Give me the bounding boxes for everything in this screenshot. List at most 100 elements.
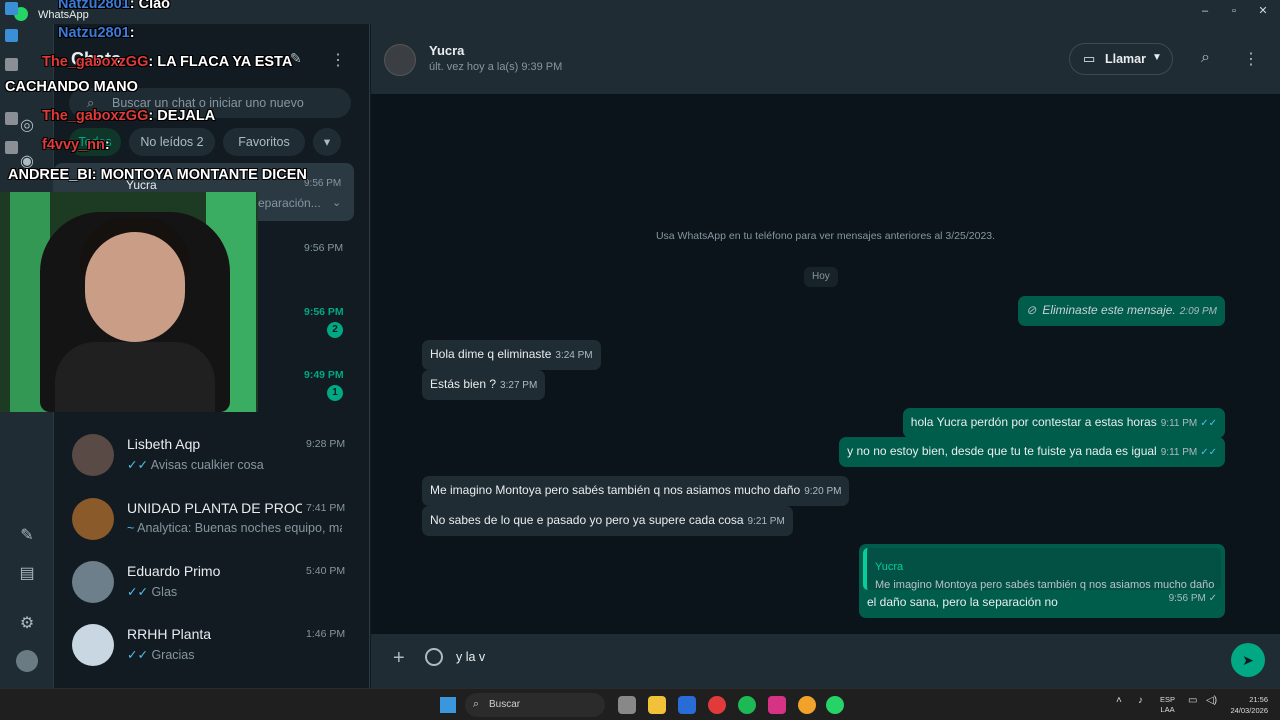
starred-icon[interactable]: ✎: [17, 526, 37, 546]
emoji-sticker-icon[interactable]: [425, 648, 443, 666]
chat-row[interactable]: Lisbeth Aqp 9:28 PM ✓✓ Avisas cualkier cos…: [54, 424, 369, 488]
filter-favorites-chip[interactable]: Favoritos: [223, 128, 305, 156]
window-titlebar: WhatsApp – ▫ ✕: [0, 0, 1280, 24]
tray-chevron-icon[interactable]: ˄: [1116, 695, 1122, 706]
stream-chat-text: : DEJALA: [148, 108, 216, 124]
message-text: No sabes de lo que e pasado yo pero ya s…: [430, 513, 744, 527]
message-composer: + y la v ➤: [371, 634, 1280, 688]
message-text: hola Yucra perdón por contestar a estas …: [910, 415, 1157, 429]
conversation-header: Yucra últ. vez hoy a la(s) 9:39 PM ▭ Lla…: [371, 24, 1280, 94]
lang-code: ESP: [1160, 695, 1176, 704]
chat-row-preview-text: Avisas cualkier cosa: [150, 458, 264, 472]
tiktok-icon[interactable]: [768, 696, 786, 714]
message-time: 9:21 PM: [747, 516, 785, 527]
contact-name[interactable]: Yucra: [429, 43, 464, 58]
stream-chat-user: Natzu2801: [58, 0, 130, 12]
contact-last-seen: últ. vez hoy a la(s) 9:39 PM: [429, 61, 563, 73]
menu-kebab-icon[interactable]: ⋮: [330, 50, 346, 70]
avatar: [72, 624, 114, 666]
stream-chat-user: Natzu2801: [58, 25, 130, 41]
stream-chat-message: Natzu2801:: [58, 25, 135, 41]
filter-unread-chip[interactable]: No leídos 2: [129, 128, 215, 156]
stream-chat-message: Natzu2801: Ciao: [58, 0, 170, 12]
quoted-message[interactable]: Yucra Me imagino Montoya pero sabés tambi…: [863, 548, 1221, 591]
store-icon[interactable]: [678, 696, 696, 714]
message-text: y no no estoy bien, desde que tu te fuis…: [847, 444, 1157, 458]
send-button[interactable]: ➤: [1231, 643, 1265, 677]
file-explorer-icon[interactable]: [648, 696, 666, 714]
settings-gear-icon[interactable]: ⚙: [17, 614, 37, 634]
volume-icon[interactable]: ◁): [1206, 695, 1217, 706]
message-time: 9:11 PM: [1160, 447, 1198, 458]
chrome-icon[interactable]: [798, 696, 816, 714]
search-icon[interactable]: ⌕: [1201, 49, 1210, 67]
chat-row-name: Eduardo Primo: [127, 563, 221, 579]
outgoing-message[interactable]: y no no estoy bien, desde que tu te fuis…: [839, 437, 1225, 467]
taskbar-search-input[interactable]: ⌕ Buscar: [465, 693, 605, 717]
input-language[interactable]: ESP LAA: [1160, 695, 1175, 715]
stream-chat-user: The_gaboxzGG: [42, 108, 149, 124]
chat-badge-icon: [5, 58, 18, 71]
chat-row-preview: eparación...: [258, 196, 321, 210]
message-text: Me imagino Montoya pero sabés también q …: [430, 483, 801, 497]
chat-row-preview: ✓✓ Gracias: [127, 647, 342, 662]
message-area: Usa WhatsApp en tu teléfono para ver men…: [371, 94, 1280, 634]
status-icon[interactable]: ◎: [17, 116, 37, 136]
chat-row[interactable]: UNIDAD PLANTA DE PROC... 7:41 PM ~ Analyti…: [54, 488, 369, 552]
chat-badge-icon: [5, 141, 18, 154]
incoming-message[interactable]: Estás bien ? 3:27 PM: [422, 370, 546, 400]
stream-chat-text: : MONTOYA MONTANTE DICEN: [91, 167, 307, 183]
chevron-down-icon[interactable]: ⌄: [332, 196, 341, 209]
stream-chat-text: : LA FLACA YA ESTA: [148, 54, 293, 70]
read-receipt-icon: ✓✓: [1200, 447, 1217, 458]
network-icon[interactable]: ▭: [1188, 695, 1197, 706]
outgoing-message[interactable]: Yucra Me imagino Montoya pero sabés tambi…: [859, 544, 1225, 618]
stream-chat-user: ANDREE_BI: [8, 167, 92, 183]
chat-filters: Todos No leídos 2 Favoritos ▾: [69, 128, 359, 156]
chat-row-time: 1:46 PM: [306, 628, 346, 640]
message-time: 9:20 PM: [804, 486, 842, 497]
stream-chat-user: f4vvy_nn: [42, 137, 105, 153]
message-time: 3:24 PM: [555, 350, 593, 361]
clock-time: 21:56: [1249, 695, 1268, 704]
conversation-panel: Yucra últ. vez hoy a la(s) 9:39 PM ▭ Lla…: [371, 24, 1280, 688]
close-button[interactable]: ✕: [1246, 2, 1280, 20]
windows-taskbar: ⌕ Buscar ˄ ♪ ESP LAA ▭ ◁) 21:56 24/03/2026: [0, 688, 1280, 720]
task-view-icon[interactable]: [618, 696, 636, 714]
message-time: 2:09 PM: [1179, 306, 1217, 317]
incoming-message[interactable]: No sabes de lo que e pasado yo pero ya s…: [422, 506, 793, 536]
attach-plus-icon[interactable]: +: [393, 647, 405, 670]
message-text: Estás bien ?: [430, 377, 497, 391]
call-button[interactable]: ▭ Llamar ▼: [1069, 43, 1173, 75]
read-receipt-icon: ✓✓: [127, 648, 148, 662]
microphone-icon[interactable]: ♪: [1138, 695, 1143, 706]
chat-row[interactable]: Eduardo Primo 5:40 PM ✓✓ Glas: [54, 551, 369, 615]
stream-chat-text: : Ciao: [129, 0, 171, 12]
filter-unread-count: 2: [196, 135, 204, 149]
stream-chat-message: CACHANDO MANO: [5, 79, 138, 95]
taskbar-clock[interactable]: 21:56 24/03/2026: [1224, 694, 1268, 716]
message-time: 9:56 PM ✓: [1168, 593, 1217, 604]
menu-kebab-icon[interactable]: ⋮: [1243, 49, 1259, 69]
obs-icon[interactable]: [708, 696, 726, 714]
archived-icon[interactable]: ▤: [17, 564, 37, 584]
read-receipt-icon: ✓✓: [127, 458, 148, 472]
spotify-icon[interactable]: [738, 696, 756, 714]
whatsapp-taskbar-icon[interactable]: [826, 696, 844, 714]
stream-chat-text: CACHANDO MANO: [5, 79, 138, 95]
filter-more-chevron-icon[interactable]: ▾: [313, 128, 341, 156]
chat-row[interactable]: RRHH Planta 1:46 PM ✓✓ Gracias: [54, 614, 369, 678]
outgoing-message[interactable]: hola Yucra perdón por contestar a estas …: [902, 408, 1225, 438]
stream-chat-text: :: [129, 25, 135, 41]
chat-row[interactable]: René Acosta1:44 PM: [54, 678, 369, 688]
windows-start-icon[interactable]: [440, 697, 456, 713]
stream-chat-text: :: [104, 137, 110, 153]
filter-unread-label: No leídos: [140, 135, 194, 149]
incoming-message[interactable]: Hola dime q eliminaste 3:24 PM: [422, 340, 601, 370]
incoming-message[interactable]: Me imagino Montoya pero sabés también q …: [422, 476, 850, 506]
contact-avatar[interactable]: [384, 44, 416, 76]
profile-avatar[interactable]: [16, 650, 38, 672]
chat-badge-icon: [5, 2, 18, 15]
message-input[interactable]: y la v: [456, 650, 485, 664]
outgoing-message[interactable]: ⊘ Eliminaste este mensaje. 2:09 PM: [1018, 296, 1225, 326]
